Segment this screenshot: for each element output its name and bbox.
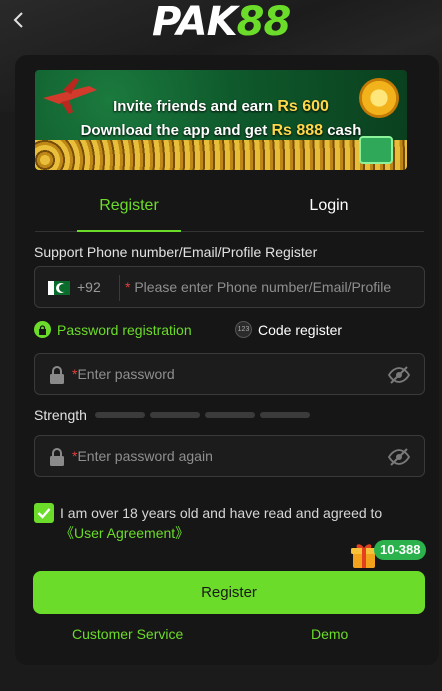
back-button[interactable] [6,8,30,32]
password-placeholder-text: Enter password [77,366,175,382]
password-input[interactable]: *Enter password [34,353,425,395]
password-placeholder: *Enter password [72,366,175,382]
agreement-statement: I am over 18 years old and have read and… [60,505,383,521]
auth-tabs: Register Login [35,188,424,232]
password-registration-option[interactable]: Password registration [34,321,192,338]
required-mark: * [125,279,131,295]
country-code[interactable]: +92 [77,279,101,295]
demo-link[interactable]: Demo [311,626,348,642]
promo-banner[interactable]: Invite friends and earn Rs 600 Download … [35,70,407,170]
cash-chest-icon [359,136,393,164]
checkmark-icon [37,508,51,519]
strength-label: Strength [34,407,87,423]
account-placeholder-text: Please enter Phone number/Email/Profile [134,279,392,295]
user-agreement-link[interactable]: 《User Agreement》 [60,525,189,541]
banner-line-1-amount: Rs 600 [277,98,329,115]
confirm-password-input[interactable]: *Enter password again [34,435,425,477]
pak88-logo: PAK 88 [152,0,292,45]
confirm-password-placeholder-text: Enter password again [77,448,213,464]
agreement-checkbox[interactable] [34,503,54,523]
promo-badge: 10-388 [374,540,427,560]
customer-service-link[interactable]: Customer Service [72,626,183,642]
banner-line-1-text: Invite friends and earn [113,98,278,115]
strength-bar-1 [95,412,145,418]
confirm-password-placeholder: *Enter password again [72,448,213,464]
lock-badge-icon [34,321,51,338]
banner-line-2-text: Download the app and get [80,122,272,139]
password-registration-label: Password registration [57,321,192,338]
code-register-label: Code register [258,321,343,338]
banner-line-2: Download the app and get Rs 888 cash [35,122,407,140]
code-123-icon: 123 [235,321,252,338]
pakistan-flag-icon [48,281,70,295]
chevron-left-icon [13,12,23,28]
strength-bar-2 [150,412,200,418]
code-register-option[interactable]: 123 Code register [235,321,342,338]
lock-icon [50,366,64,384]
field-divider [119,275,120,301]
account-placeholder: * Please enter Phone number/Email/Profil… [125,279,415,295]
lock-icon [50,448,64,466]
account-input[interactable]: +92 * Please enter Phone number/Email/Pr… [34,266,425,308]
agreement-text: I am over 18 years old and have read and… [60,503,420,543]
eye-off-icon[interactable] [388,365,410,385]
crescent-icon [59,284,67,292]
account-field-label: Support Phone number/Email/Profile Regis… [34,244,318,260]
tab-register[interactable]: Register [77,188,181,232]
register-button[interactable]: Register [33,571,425,614]
tab-login[interactable]: Login [269,188,389,232]
gold-coins-decoration [35,140,407,170]
logo-text-pak: PAK [152,0,238,45]
eye-off-icon[interactable] [388,447,410,467]
logo-text-88: 88 [236,0,292,45]
strength-bar-3 [205,412,255,418]
banner-line-2-suffix: cash [323,122,362,139]
banner-line-2-amount: Rs 888 [271,122,324,139]
banner-line-1: Invite friends and earn Rs 600 [35,98,407,116]
strength-bar-4 [260,412,310,418]
